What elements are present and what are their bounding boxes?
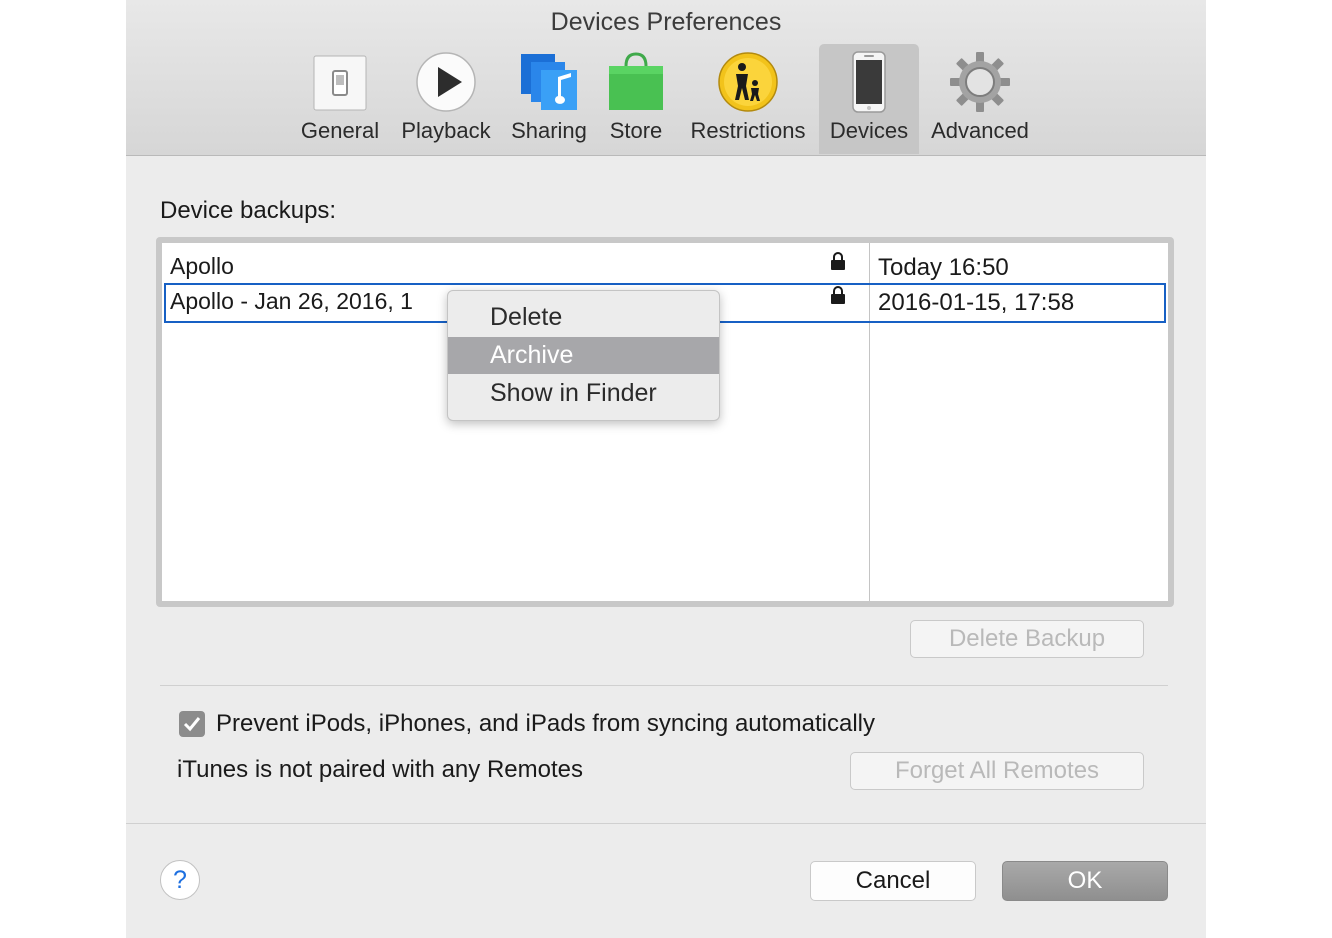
divider (160, 685, 1168, 686)
backup-date: Today 16:50 (878, 254, 1009, 281)
backup-name: Apollo - Jan 26, 2016, 1 (170, 288, 413, 314)
iphone-icon (852, 51, 886, 113)
toolbar: Devices Preferences General Playback Sha… (126, 0, 1206, 156)
tab-restrictions[interactable]: Restrictions (682, 44, 814, 154)
ok-button[interactable]: OK (1002, 861, 1168, 901)
help-button[interactable]: ? (160, 860, 200, 900)
tab-sharing-label: Sharing (511, 118, 587, 143)
tab-general-label: General (300, 118, 380, 143)
forget-all-remotes-button[interactable]: Forget All Remotes (850, 752, 1144, 790)
tab-playback[interactable]: Playback (394, 44, 498, 154)
device-backups-label: Device backups: (160, 197, 337, 224)
tab-advanced[interactable]: Advanced (924, 44, 1036, 154)
preferences-window: Devices Preferences General Playback Sha… (126, 0, 1206, 938)
menu-item-show-in-finder[interactable]: Show in Finder (448, 375, 719, 412)
tab-playback-label: Playback (401, 118, 491, 143)
tab-restrictions-label: Restrictions (690, 118, 806, 143)
window-title: Devices Preferences (550, 8, 782, 36)
gear-icon (950, 52, 1010, 112)
menu-item-archive[interactable]: Archive (448, 337, 719, 374)
tab-store[interactable]: Store (600, 44, 672, 154)
prevent-sync-checkbox[interactable] (179, 711, 205, 737)
backup-date: 2016-01-15, 17:58 (878, 289, 1075, 316)
tab-devices-label: Devices (829, 118, 909, 143)
tab-store-label: Store (609, 118, 663, 143)
table-row[interactable]: Apollo Today 16:50 (162, 247, 1168, 283)
menu-item-delete[interactable]: Delete (448, 299, 719, 336)
delete-backup-button[interactable]: Delete Backup (910, 620, 1144, 658)
tab-devices[interactable]: Devices (819, 44, 919, 154)
shopping-bag-icon (609, 52, 663, 110)
cancel-button[interactable]: Cancel (810, 861, 976, 901)
backup-name: Apollo (170, 253, 234, 279)
parental-restrictions-icon (718, 52, 778, 112)
footer-divider (126, 823, 1206, 824)
checkmark-icon (183, 717, 201, 732)
lock-icon (831, 286, 845, 304)
play-icon (416, 52, 476, 112)
tab-advanced-label: Advanced (931, 118, 1029, 143)
lock-icon (831, 252, 845, 270)
context-menu: Delete Archive Show in Finder (447, 290, 720, 421)
tab-general[interactable]: General (294, 44, 386, 154)
remotes-status-text: iTunes is not paired with any Remotes (177, 756, 583, 783)
sharing-music-icon (521, 54, 577, 110)
prevent-sync-label: Prevent iPods, iPhones, and iPads from s… (216, 710, 876, 737)
tab-sharing[interactable]: Sharing (504, 44, 594, 154)
general-switch-icon (313, 55, 367, 111)
